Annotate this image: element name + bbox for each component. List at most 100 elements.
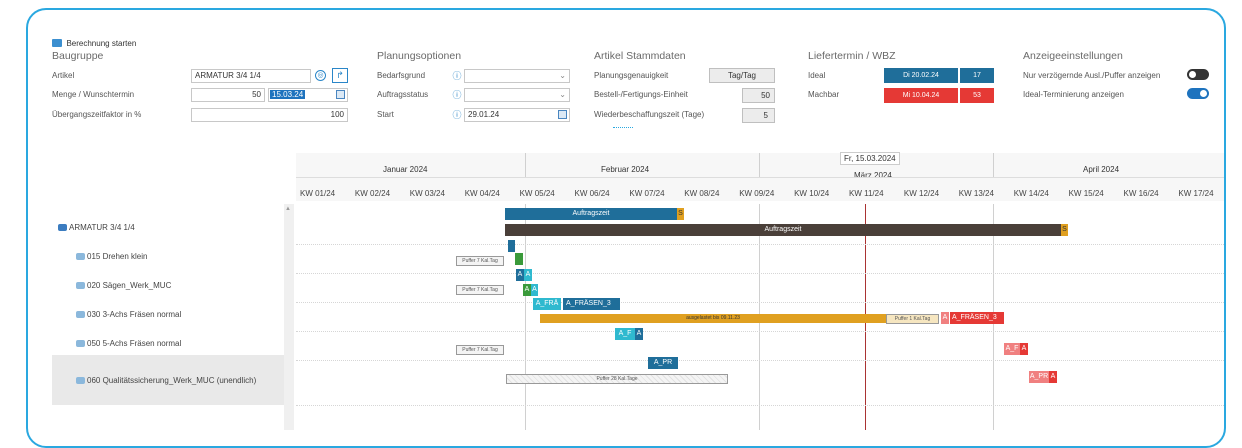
tree-item-label: 030 3-Achs Fräsen normal — [87, 310, 182, 319]
calendar-icon[interactable] — [558, 110, 567, 119]
tree-item-label: 050 5-Achs Fräsen normal — [87, 339, 182, 348]
month-label: März 2024 — [854, 171, 892, 180]
scroll-up-icon[interactable]: ▲ — [285, 206, 291, 212]
assembly-icon — [58, 224, 67, 231]
a-fraesen-red-bar[interactable]: A_FRÄSEN_3 — [950, 312, 1004, 324]
a-bar[interactable]: A — [516, 269, 524, 281]
a-fra-bar[interactable]: A_FRÄ — [533, 298, 561, 310]
wunschtermin-field[interactable]: 15.03.24 — [268, 88, 348, 102]
month-divider — [993, 153, 994, 177]
row-divider — [296, 331, 1224, 332]
week-label: KW 09/24 — [739, 189, 775, 198]
a-f-bar-red[interactable]: A_F — [1004, 343, 1020, 355]
screenshot-frame: Berechnung starten Baugruppe Artikel ARM… — [26, 8, 1226, 448]
opt2-toggle[interactable] — [1187, 88, 1209, 99]
a-pr-bar[interactable]: A_PR — [648, 357, 678, 369]
row-divider — [296, 244, 1224, 245]
puffer-bar[interactable]: Puffer 7 Kal.Tag — [456, 345, 504, 355]
artikel-lookup-icon[interactable]: ◎ — [315, 70, 326, 81]
operation-icon — [76, 311, 85, 318]
row-divider — [296, 273, 1224, 274]
planung-title: Planungsoptionen — [377, 50, 462, 62]
puffer-bar[interactable]: Puffer 7 Kal.Tag — [456, 256, 504, 266]
genauigkeit-label: Planungsgenauigkeit — [594, 71, 669, 80]
month-divider — [759, 153, 760, 177]
open-link-icon[interactable]: ↱ — [332, 68, 348, 83]
calc-start-button[interactable]: Berechnung starten — [52, 33, 136, 51]
week-label: KW 14/24 — [1013, 189, 1049, 198]
uebergang-field[interactable]: 100 — [191, 108, 348, 122]
info-icon: ⓘ — [452, 71, 462, 81]
week-label: KW 11/24 — [849, 189, 884, 198]
einheit-label: Bestell-/Fertigungs-Einheit — [594, 90, 688, 99]
a-fraesen-bar[interactable]: A_FRÄSEN_3 — [563, 298, 620, 310]
s-marker[interactable]: S — [677, 208, 684, 220]
row-divider — [296, 405, 1224, 406]
info-icon: ⓘ — [452, 110, 462, 120]
ausgelastet-bar[interactable]: ausgelastet bis 09.11.23 — [540, 314, 886, 323]
operation-icon — [76, 377, 85, 384]
auftragszeit-bar-ideal[interactable]: Auftragszeit — [505, 208, 677, 220]
ideal-label: Ideal — [808, 71, 826, 80]
op015-bar-machbar[interactable] — [515, 253, 523, 265]
artikel-title: Artikel Stammdaten — [594, 50, 686, 62]
bedarfsgrund-select[interactable]: ⌄ — [464, 69, 570, 83]
week-label: KW 02/24 — [354, 189, 391, 198]
a-bar[interactable]: A — [941, 312, 949, 324]
tree-item-op020[interactable]: 020 Sägen_Werk_MUC — [76, 281, 171, 290]
a-bar[interactable]: A — [531, 284, 538, 296]
calc-start-label: Berechnung starten — [66, 39, 137, 48]
artikel-field[interactable]: ARMATUR 3/4 1/4 — [191, 69, 311, 83]
a-bar[interactable]: A — [1049, 371, 1057, 383]
start-field[interactable]: 29.01.24 — [464, 108, 570, 122]
week-label: KW 17/24 — [1178, 189, 1214, 198]
row-divider — [296, 302, 1224, 303]
opt2-label: Ideal-Terminierung anzeigen — [1023, 90, 1124, 99]
month-label: Januar 2024 — [383, 165, 428, 174]
puffer-bar[interactable]: Puffer 1 Kal.Tag — [886, 314, 939, 324]
opt1-label: Nur verzögernde Ausl./Puffer anzeigen — [1023, 71, 1161, 80]
ideal-days-badge: 17 — [960, 68, 994, 83]
splitter-handle[interactable] — [613, 127, 633, 128]
tree-item-op015[interactable]: 015 Drehen klein — [76, 252, 147, 261]
tree-item-armatur[interactable]: ARMATUR 3/4 1/4 — [58, 223, 135, 232]
auftragszeit-bar-machbar[interactable]: Auftragszeit — [505, 224, 1061, 236]
tree-scrollbar[interactable]: ▲ — [284, 204, 294, 430]
a-f-bar[interactable]: A_F — [615, 328, 635, 340]
row-divider — [296, 360, 1224, 361]
op015-bar[interactable] — [508, 240, 515, 252]
menge-label: Menge / Wunschtermin — [52, 90, 135, 99]
week-label: KW 01/24 — [300, 189, 336, 198]
week-label: KW 13/24 — [958, 189, 994, 198]
anzeige-title: Anzeigeeinstellungen — [1023, 50, 1123, 62]
puffer-bar-hatched[interactable]: Puffer 28 Kal.Tage — [506, 374, 728, 384]
a-pr-bar-red[interactable]: A_PR — [1029, 371, 1049, 383]
puffer-bar[interactable]: Puffer 7 Kal.Tag — [456, 285, 504, 295]
tree-item-op060[interactable]: 060 Qualitätssicherung_Werk_MUC (unendli… — [76, 376, 256, 385]
tree-item-label: 015 Drehen klein — [87, 252, 148, 261]
menge-field[interactable]: 50 — [191, 88, 265, 102]
operation-icon — [76, 253, 85, 260]
artikel-label: Artikel — [52, 71, 75, 80]
a-bar[interactable]: A — [523, 284, 531, 296]
baugruppe-title: Baugruppe — [52, 50, 104, 62]
s-marker[interactable]: S — [1061, 224, 1068, 236]
a-bar[interactable]: A — [1020, 343, 1028, 355]
a-bar[interactable]: A — [635, 328, 643, 340]
calendar-icon[interactable] — [336, 90, 345, 99]
tree-item-op030[interactable]: 030 3-Achs Fräsen normal — [76, 310, 181, 319]
week-label: KW 05/24 — [519, 189, 555, 198]
opt1-toggle[interactable] — [1187, 69, 1209, 80]
bedarfsgrund-label: Bedarfsgrund — [377, 71, 426, 80]
month-label: Februar 2024 — [601, 165, 650, 174]
liefertermin-title: Liefertermin / WBZ — [808, 50, 896, 62]
tree-item-op050[interactable]: 050 5-Achs Fräsen normal — [76, 339, 181, 348]
machbar-date-badge: Mi 10.04.24 — [884, 88, 958, 103]
week-label: KW 06/24 — [574, 189, 610, 198]
week-label: KW 07/24 — [629, 189, 665, 198]
tree-item-label: 020 Sägen_Werk_MUC — [87, 281, 172, 290]
chevron-down-icon: ⌄ — [559, 71, 566, 80]
tree-item-label: 060 Qualitätssicherung_Werk_MUC (unendli… — [87, 376, 257, 385]
auftragsstatus-select[interactable]: ⌄ — [464, 88, 570, 102]
a-bar[interactable]: A — [524, 269, 532, 281]
